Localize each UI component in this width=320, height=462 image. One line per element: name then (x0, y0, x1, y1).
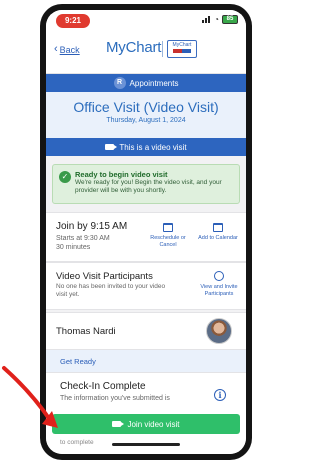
join-video-visit-button[interactable]: Join video visit (52, 414, 240, 434)
start-time: Starts at 9:30 AM (56, 235, 110, 242)
battery-icon: 85 (222, 15, 238, 24)
page-title: Office Visit (Video Visit) (73, 99, 219, 115)
provider-row[interactable]: Thomas Nardi (46, 312, 246, 350)
checkin-title: Check-In Complete (60, 381, 146, 392)
appointments-label: Appointments (129, 78, 179, 88)
video-camera-icon (105, 144, 118, 150)
back-button[interactable]: ‹ Back (54, 44, 80, 55)
appointments-badge: R (113, 77, 126, 89)
red-arrow-icon (2, 366, 58, 428)
video-camera-icon (112, 421, 125, 427)
calendar-icon (163, 223, 173, 232)
status-time: 9:21 (56, 14, 90, 28)
calendar-add-icon (213, 223, 223, 232)
checkin-cut-text: to complete (60, 439, 94, 446)
ready-alert: ✓ Ready to begin video visit We're ready… (52, 164, 240, 204)
organization-logo: MyChart (167, 40, 197, 58)
signal-icon (202, 16, 211, 23)
info-icon[interactable]: i (214, 389, 226, 401)
video-banner-label: This is a video visit (119, 142, 187, 152)
home-indicator[interactable] (112, 443, 180, 446)
brand-title: MyChart (106, 39, 162, 56)
checkin-card: Check-In Complete The information you've… (46, 372, 246, 454)
ready-text: We're ready for you! Begin the video vis… (75, 179, 222, 194)
join-card: Join by 9:15 AM Starts at 9:30 AM 30 min… (46, 212, 246, 262)
wifi-icon: ◔ (214, 14, 219, 24)
brand-divider (162, 41, 163, 57)
logo-text: MyChart (172, 42, 192, 48)
participants-text: No one has been invited to your video vi… (56, 283, 166, 298)
add-calendar-label: Add to Calendar (198, 235, 238, 241)
join-by-time: Join by 9:15 AM (56, 221, 128, 232)
screenshot-frame: 9:21 ◔ 85 ‹ Back MyChart MyChart R Appoi… (0, 0, 272, 462)
people-icon (214, 271, 224, 281)
check-circle-icon: ✓ (59, 171, 71, 183)
reschedule-label: Reschedule or Cancel (150, 235, 186, 248)
visit-date: Thursday, August 1, 2024 (106, 117, 186, 124)
add-to-calendar-button[interactable]: Add to Calendar (198, 223, 238, 242)
participants-card: Video Visit Participants No one has been… (46, 262, 246, 310)
invite-participants-button[interactable]: View and Invite Participants (198, 271, 240, 297)
checkin-text: The information you've submitted is (60, 395, 170, 402)
reschedule-button[interactable]: Reschedule or Cancel (148, 223, 188, 248)
chevron-left-icon: ‹ (54, 43, 58, 55)
back-label: Back (59, 44, 80, 55)
phone-screen: 9:21 ◔ 85 ‹ Back MyChart MyChart R Appoi… (46, 10, 246, 454)
nav-bar: ‹ Back MyChart MyChart (46, 32, 246, 74)
status-bar: 9:21 ◔ 85 (46, 10, 246, 32)
status-icons: ◔ 85 (202, 15, 238, 24)
appointments-bar[interactable]: R Appointments (46, 74, 246, 92)
visit-header: Office Visit (Video Visit) Thursday, Aug… (46, 92, 246, 138)
provider-avatar (206, 318, 232, 344)
video-visit-banner: This is a video visit (46, 138, 246, 156)
invite-label: View and Invite Participants (200, 284, 238, 297)
logo-flag-icon (173, 49, 191, 53)
join-button-label: Join video visit (127, 419, 180, 429)
visit-timing: Starts at 9:30 AM 30 minutes (56, 234, 110, 252)
visit-duration: 30 minutes (56, 244, 91, 251)
participants-title: Video Visit Participants (56, 271, 153, 282)
ready-title: Ready to begin video visit (75, 170, 168, 179)
provider-name: Thomas Nardi (56, 326, 116, 337)
get-ready-section: Get Ready (46, 350, 246, 372)
